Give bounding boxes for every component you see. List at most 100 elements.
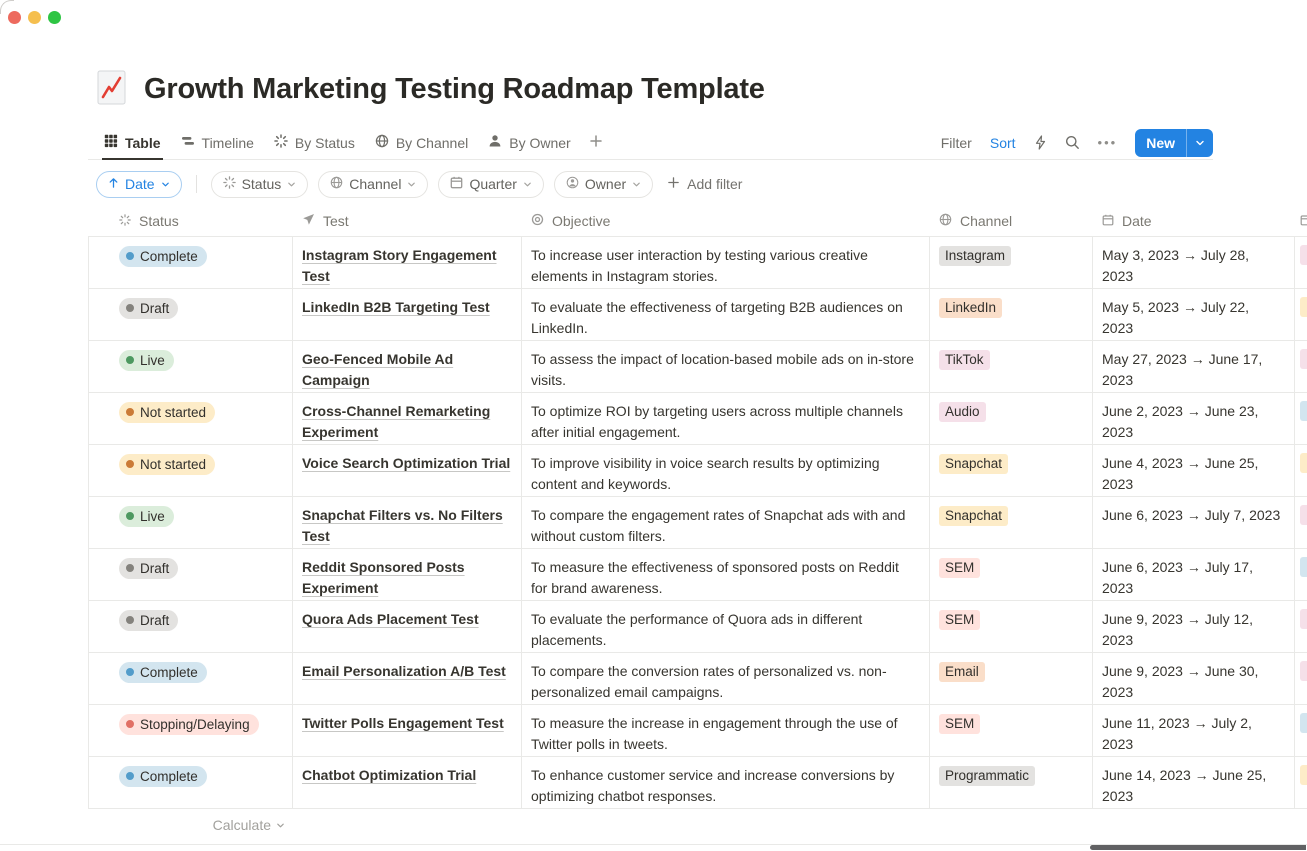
date-range-cell[interactable]: June 4, 2023 → June 25, 2023 — [1093, 445, 1295, 496]
test-cell[interactable]: LinkedIn B2B Targeting Test — [293, 289, 522, 340]
chevron-down-icon[interactable] — [1187, 129, 1213, 157]
table-row[interactable]: Live Snapchat Filters vs. No Filters Tes… — [89, 497, 1307, 549]
test-title-link[interactable]: Geo-Fenced Mobile Ad Campaign — [302, 351, 453, 388]
add-filter-button[interactable]: Add filter — [663, 176, 746, 192]
objective-cell[interactable]: To optimize ROI by targeting users acros… — [522, 393, 930, 444]
channel-tag[interactable]: Email — [939, 662, 985, 682]
test-title-link[interactable]: Voice Search Optimization Trial — [302, 455, 510, 471]
status-cell[interactable]: Draft — [89, 601, 293, 652]
cutoff-cell[interactable] — [1295, 445, 1307, 496]
status-cell[interactable]: Complete — [89, 757, 293, 808]
status-cell[interactable]: Not started — [89, 445, 293, 496]
table-row[interactable]: Complete Chatbot Optimization Trial To e… — [89, 757, 1307, 809]
date-range-cell[interactable]: June 9, 2023 → June 30, 2023 — [1093, 653, 1295, 704]
test-title-link[interactable]: Chatbot Optimization Trial — [302, 767, 476, 783]
table-row[interactable]: Not started Cross-Channel Remarketing Ex… — [89, 393, 1307, 445]
date-range-cell[interactable]: June 6, 2023 → July 17, 2023 — [1093, 549, 1295, 600]
cutoff-cell[interactable] — [1295, 549, 1307, 600]
channel-cell[interactable]: Audio — [930, 393, 1093, 444]
status-cell[interactable]: Live — [89, 341, 293, 392]
calculate-button[interactable]: Calculate — [88, 815, 293, 834]
status-badge[interactable]: Draft — [119, 610, 178, 631]
chart-increasing-emoji-icon[interactable] — [96, 70, 127, 108]
minimize-window-button[interactable] — [28, 11, 41, 24]
status-badge[interactable]: Not started — [119, 402, 215, 423]
cutoff-cell[interactable] — [1295, 237, 1307, 288]
column-header-objective[interactable]: Objective — [522, 206, 930, 236]
status-badge[interactable]: Not started — [119, 454, 215, 475]
objective-cell[interactable]: To measure the increase in engagement th… — [522, 705, 930, 756]
test-cell[interactable]: Email Personalization A/B Test — [293, 653, 522, 704]
table-row[interactable]: Live Geo-Fenced Mobile Ad Campaign To as… — [89, 341, 1307, 393]
objective-cell[interactable]: To compare the conversion rates of perso… — [522, 653, 930, 704]
channel-tag[interactable]: SEM — [939, 714, 980, 734]
table-row[interactable]: Complete Instagram Story Engagement Test… — [89, 237, 1307, 289]
horizontal-scrollbar-thumb[interactable] — [1090, 845, 1306, 850]
status-badge[interactable]: Complete — [119, 246, 207, 267]
date-range-cell[interactable]: May 27, 2023 → June 17, 2023 — [1093, 341, 1295, 392]
cutoff-cell[interactable] — [1295, 653, 1307, 704]
new-button-label[interactable]: New — [1135, 129, 1186, 157]
test-title-link[interactable]: Snapchat Filters vs. No Filters Test — [302, 507, 503, 544]
channel-tag[interactable]: Audio — [939, 402, 986, 422]
table-row[interactable]: Draft LinkedIn B2B Targeting Test To eva… — [89, 289, 1307, 341]
table-row[interactable]: Stopping/Delaying Twitter Polls Engageme… — [89, 705, 1307, 757]
tab-by-status[interactable]: By Status — [266, 126, 363, 159]
channel-tag[interactable]: Snapchat — [939, 454, 1008, 474]
objective-cell[interactable]: To assess the impact of location-based m… — [522, 341, 930, 392]
test-cell[interactable]: Voice Search Optimization Trial — [293, 445, 522, 496]
channel-cell[interactable]: Snapchat — [930, 497, 1093, 548]
test-cell[interactable]: Quora Ads Placement Test — [293, 601, 522, 652]
test-cell[interactable]: Instagram Story Engagement Test — [293, 237, 522, 288]
status-badge[interactable]: Complete — [119, 662, 207, 683]
column-header-channel[interactable]: Channel — [930, 206, 1093, 236]
column-header-cutoff[interactable] — [1295, 206, 1307, 236]
test-title-link[interactable]: Twitter Polls Engagement Test — [302, 715, 504, 731]
objective-cell[interactable]: To evaluate the effectiveness of targeti… — [522, 289, 930, 340]
filter-chip-owner[interactable]: Owner — [554, 171, 653, 198]
status-badge[interactable]: Draft — [119, 298, 178, 319]
filter-button[interactable]: Filter — [941, 135, 972, 151]
status-cell[interactable]: Draft — [89, 289, 293, 340]
objective-cell[interactable]: To enhance customer service and increase… — [522, 757, 930, 808]
search-icon[interactable] — [1065, 135, 1080, 150]
lightning-icon[interactable] — [1034, 135, 1047, 150]
column-header-test[interactable]: Test — [293, 206, 522, 236]
objective-cell[interactable]: To compare the engagement rates of Snapc… — [522, 497, 930, 548]
zoom-window-button[interactable] — [48, 11, 61, 24]
test-title-link[interactable]: Quora Ads Placement Test — [302, 611, 479, 627]
channel-tag[interactable]: SEM — [939, 558, 980, 578]
channel-tag[interactable]: TikTok — [939, 350, 990, 370]
cutoff-cell[interactable] — [1295, 341, 1307, 392]
channel-cell[interactable]: SEM — [930, 601, 1093, 652]
cutoff-cell[interactable] — [1295, 289, 1307, 340]
channel-tag[interactable]: LinkedIn — [939, 298, 1002, 318]
channel-cell[interactable]: Programmatic — [930, 757, 1093, 808]
tab-by-channel[interactable]: By Channel — [367, 126, 476, 159]
add-view-button[interactable] — [583, 134, 609, 151]
status-cell[interactable]: Complete — [89, 653, 293, 704]
channel-cell[interactable]: SEM — [930, 549, 1093, 600]
cutoff-cell[interactable] — [1295, 497, 1307, 548]
filter-chip-channel[interactable]: Channel — [318, 171, 428, 198]
close-window-button[interactable] — [8, 11, 21, 24]
date-range-cell[interactable]: June 11, 2023 → July 2, 2023 — [1093, 705, 1295, 756]
test-title-link[interactable]: LinkedIn B2B Targeting Test — [302, 299, 490, 315]
cutoff-cell[interactable] — [1295, 601, 1307, 652]
objective-cell[interactable]: To increase user interaction by testing … — [522, 237, 930, 288]
status-badge[interactable]: Complete — [119, 766, 207, 787]
test-cell[interactable]: Reddit Sponsored Posts Experiment — [293, 549, 522, 600]
channel-cell[interactable]: SEM — [930, 705, 1093, 756]
test-title-link[interactable]: Instagram Story Engagement Test — [302, 247, 497, 284]
sort-chip-date[interactable]: Date — [96, 171, 182, 198]
test-cell[interactable]: Geo-Fenced Mobile Ad Campaign — [293, 341, 522, 392]
status-badge[interactable]: Stopping/Delaying — [119, 714, 259, 735]
status-badge[interactable]: Draft — [119, 558, 178, 579]
channel-tag[interactable]: Programmatic — [939, 766, 1035, 786]
channel-cell[interactable]: TikTok — [930, 341, 1093, 392]
channel-cell[interactable]: Email — [930, 653, 1093, 704]
status-cell[interactable]: Stopping/Delaying — [89, 705, 293, 756]
new-button[interactable]: New — [1135, 129, 1213, 157]
tab-by-owner[interactable]: By Owner — [480, 126, 578, 159]
date-range-cell[interactable]: June 14, 2023 → June 25, 2023 — [1093, 757, 1295, 808]
